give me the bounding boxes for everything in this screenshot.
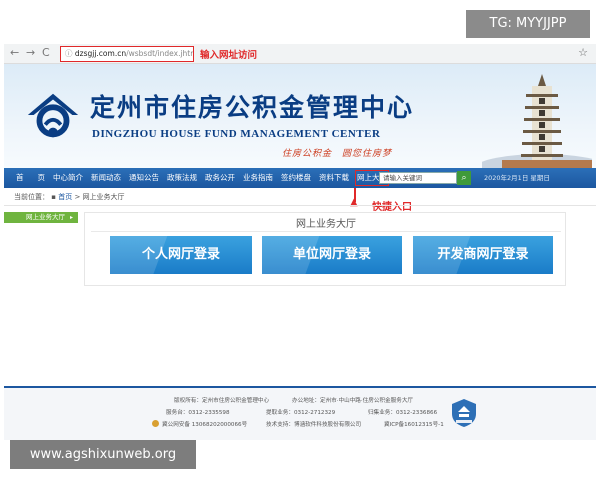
breadcrumb-home[interactable]: 首页 [58,193,72,201]
site-banner: 定州市住房公积金管理中心 DINGZHOU HOUSE FUND MANAGEM… [4,64,596,168]
nav-item-guide[interactable]: 业务指南 [239,168,277,188]
url-input[interactable]: ⓘ dzsgjj.com.cn/wsbsdt/index.jhtml [60,46,194,62]
police-badge-icon [152,420,159,427]
slogan-part-2: 圆您住房梦 [342,149,393,159]
nav-item-home-2[interactable]: 页 [34,168,50,188]
unit-login-label: 单位网厅登录 [292,247,371,262]
url-hint-annotation: 输入网址访问 [200,50,258,61]
slogan: 住房公积金 圆您住房梦 [282,146,402,159]
breadcrumb-sep: > [74,193,81,201]
search-input[interactable]: 请输入关键词 [379,172,457,184]
panel-title: 网上业务大厅 [296,219,356,230]
slogan-part-1: 住房公积金 [282,149,333,159]
nav-item-policy[interactable]: 政策法规 [163,168,201,188]
nav-item-home-1[interactable]: 首 [12,168,34,188]
nav-item-downloads[interactable]: 资料下载 [315,168,353,188]
site-title-cn: 定州市住房公积金管理中心 [90,93,415,122]
personal-login-label: 个人网厅登录 [141,247,220,262]
nav-items: 首 页 中心简介 新闻动态 通知公告 政策法规 政务公开 业务指南 签约楼盘 资… [12,168,429,188]
url-host: dzsgjj.com.cn [74,49,127,58]
developer-login-label: 开发商网厅登录 [437,247,529,262]
house-logo-icon [27,93,79,138]
home-icon: ▪ [51,193,56,201]
footer-withdraw-phone: 提取业务：0312-2712329 [266,410,336,416]
gov-badge-icon[interactable] [450,398,478,428]
annotation-arrow-icon: ▲ [350,197,358,208]
nav-item-properties[interactable]: 签约楼盘 [277,168,315,188]
search-icon: ⌕ [461,173,467,183]
watermark-top: TG: MYYJJPP [466,10,590,38]
personal-login-button[interactable]: 个人网厅登录 [110,236,252,274]
search-button[interactable]: ⌕ [457,171,471,185]
nav-item-about[interactable]: 中心简介 [49,168,87,188]
footer-tech-support: 技术支持：博涵软件科技股份有限公司 [266,422,362,428]
panel-divider [91,231,561,232]
footer-address: 办公地址：定州市·中山中路·住房公积金服务大厅 [292,398,414,404]
watermark-bottom: www.agshixunweb.org [10,440,196,469]
date-text: 2020年2月1日 星期日 [484,174,550,182]
footer-service-phone: 服务台：0312-2335598 [166,410,230,416]
divider [4,205,596,206]
footer-copyright: 版权所有：定州市住房公积金管理中心 [174,398,270,404]
page: TG: MYYJJPP ← → C ⓘ dzsgjj.com.cn/wsbsdt… [0,0,600,480]
developer-login-button[interactable]: 开发商网厅登录 [413,236,553,274]
nav-item-news[interactable]: 新闻动态 [87,168,125,188]
url-path: /wsbsdt/index.jhtml [126,49,194,58]
sidebar-item-online-hall[interactable]: 网上业务大厅 [4,212,78,223]
back-arrow-icon[interactable]: ← [10,46,19,59]
browser-address-bar: ← → C ⓘ dzsgjj.com.cn/wsbsdt/index.jhtml… [4,44,596,64]
footer-police-record[interactable]: 冀公网安备 13068202000066号 [162,420,247,428]
breadcrumb: 当前位置： ▪ 首页 > 网上业务大厅 [14,192,125,202]
site-title-en: DINGZHOU HOUSE FUND MANAGEMENT CENTER [92,128,381,140]
nav-item-notices[interactable]: 通知公告 [125,168,163,188]
lock-icon: ⓘ [65,49,75,58]
pagoda-image [482,74,592,168]
footer-collect-phone: 归集业务：0312-2336866 [368,410,438,416]
sidebar: 网上业务大厅 [4,212,78,382]
footer: 版权所有：定州市住房公积金管理中心 办公地址：定州市·中山中路·住房公积金服务大… [4,388,596,440]
footer-icp[interactable]: 冀ICP备16012315号-1 [384,420,444,428]
reload-icon[interactable]: C [42,46,50,59]
nav-item-public[interactable]: 政务公开 [201,168,239,188]
unit-login-button[interactable]: 单位网厅登录 [262,236,402,274]
star-icon[interactable]: ☆ [578,46,588,59]
breadcrumb-current: 网上业务大厅 [82,193,125,201]
forward-arrow-icon[interactable]: → [26,46,35,59]
breadcrumb-label: 当前位置： [14,193,49,201]
main-nav: 首 页 中心简介 新闻动态 通知公告 政策法规 政务公开 业务指南 签约楼盘 资… [4,168,596,188]
